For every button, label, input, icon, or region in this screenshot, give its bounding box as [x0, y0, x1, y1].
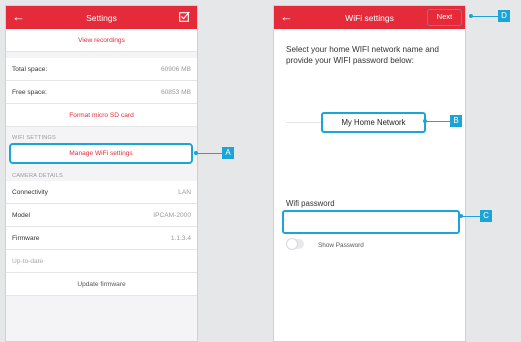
total-space-label: Total space:	[12, 66, 48, 73]
firmware-label: Firmware	[12, 235, 40, 242]
checkbox-confirm-icon[interactable]	[179, 11, 190, 22]
callout-d-label: D	[498, 10, 510, 22]
free-space-row: Free space: 60853 MB	[6, 81, 197, 104]
callout-a-line	[196, 152, 222, 154]
password-input[interactable]	[282, 210, 460, 234]
wifi-settings-screen: ← WiFi settings Next Select your home WI…	[273, 5, 466, 342]
settings-app-bar: ← Settings	[6, 6, 197, 29]
password-label: Wifi password	[286, 199, 335, 208]
up-to-date-row: Up-to-date	[6, 250, 197, 273]
show-password-label: Show Password	[318, 242, 364, 249]
show-password-toggle[interactable]	[286, 238, 304, 250]
callout-d-line	[471, 15, 498, 17]
update-firmware-button[interactable]: Update firmware	[6, 273, 197, 296]
settings-screen: ← Settings View recordings Total space: …	[5, 5, 198, 342]
settings-title: Settings	[86, 13, 117, 23]
model-value: IPCAM-2000	[153, 212, 191, 219]
up-to-date-label: Up-to-date	[12, 258, 44, 265]
firmware-row: Firmware 1.1.3.4	[6, 227, 197, 250]
manage-wifi-button[interactable]: Manage WiFi settings	[9, 143, 193, 164]
view-recordings-label: View recordings	[78, 37, 125, 44]
wifi-section-header: WIFI SETTINGS	[12, 135, 56, 141]
next-button[interactable]: Next	[427, 9, 462, 26]
wifi-app-bar: ← WiFi settings Next	[274, 6, 465, 29]
connectivity-value: LAN	[178, 189, 191, 196]
camera-section-header: CAMERA DETAILS	[12, 173, 63, 179]
callout-c-label: C	[480, 210, 492, 222]
free-space-value: 60853 MB	[160, 89, 191, 96]
update-firmware-label: Update firmware	[77, 281, 126, 288]
callout-c-line	[461, 215, 480, 217]
view-recordings-button[interactable]: View recordings	[6, 29, 197, 52]
callout-a-label: A	[222, 147, 234, 159]
format-sd-button[interactable]: Format micro SD card	[6, 104, 197, 127]
toggle-knob	[286, 238, 298, 250]
connectivity-label: Connectivity	[12, 189, 48, 196]
model-label: Model	[12, 212, 30, 219]
network-name-selector[interactable]: My Home Network	[321, 112, 426, 133]
model-row: Model IPCAM-2000	[6, 204, 197, 227]
total-space-row: Total space: 60906 MB	[6, 58, 197, 81]
callout-b-label: B	[450, 115, 462, 127]
free-space-label: Free space:	[12, 89, 47, 96]
format-sd-label: Format micro SD card	[69, 112, 134, 119]
network-divider	[286, 122, 321, 123]
callout-b-line	[425, 120, 450, 122]
wifi-instructions: Select your home WIFI network name and p…	[286, 45, 439, 65]
total-space-value: 60906 MB	[160, 66, 191, 73]
connectivity-row: Connectivity LAN	[6, 181, 197, 204]
firmware-value: 1.1.3.4	[170, 235, 191, 242]
